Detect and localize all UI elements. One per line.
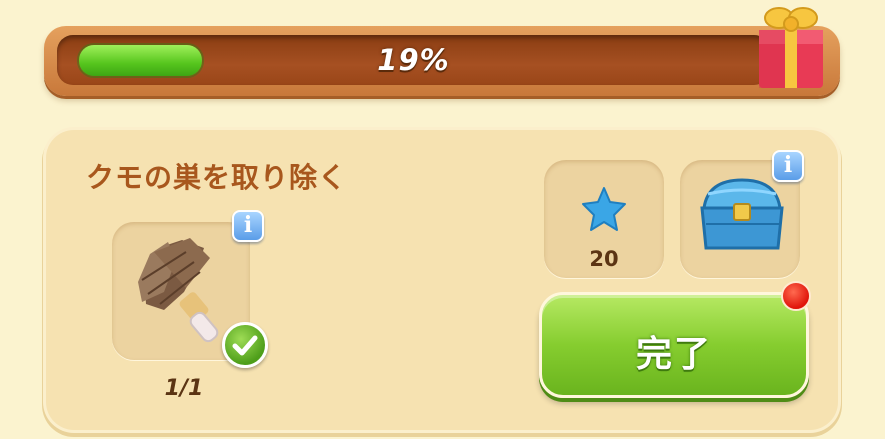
progress-percent-text: 19%	[377, 43, 450, 77]
complete-button[interactable]: 完了	[539, 292, 809, 398]
progress-track: 19%	[57, 35, 770, 85]
reward-count: 20	[589, 247, 619, 271]
task-card: クモの巣を取り除く i 1/1 20 i 完了	[46, 130, 838, 430]
blue-treasure-chest-icon	[700, 178, 784, 250]
checkmark-icon	[222, 322, 268, 368]
task-title: クモの巣を取り除く	[86, 161, 348, 194]
complete-button-label: 完了	[635, 334, 712, 375]
notification-dot	[781, 281, 811, 311]
level-progress-bar: 19%	[44, 26, 840, 96]
reward-info-button[interactable]: i	[772, 150, 804, 182]
gift-box-icon[interactable]	[745, 0, 835, 92]
feather-duster-icon	[138, 238, 219, 343]
item-info-button[interactable]: i	[232, 210, 264, 242]
item-progress-count: 1/1	[164, 376, 204, 401]
blue-star-icon	[582, 187, 626, 231]
